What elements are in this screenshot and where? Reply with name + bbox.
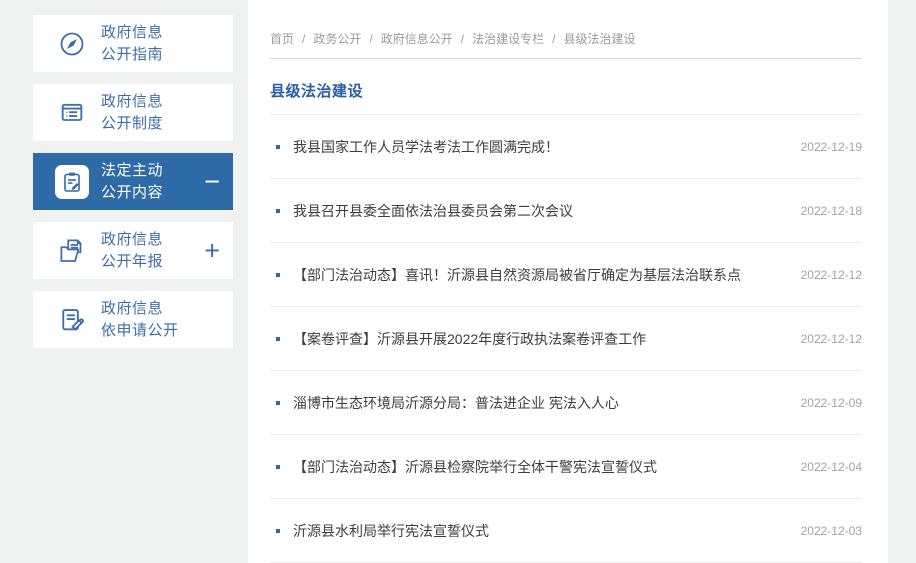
sidebar-item-label: 政府信息 依申请公开 [101, 298, 179, 342]
sidebar-label-line1: 政府信息 [101, 92, 164, 110]
sidebar-label-line1: 政府信息 [101, 23, 164, 41]
article-link[interactable]: 我县国家工作人员学法考法工作圆满完成！ [293, 137, 781, 157]
bullet-square-icon [276, 528, 280, 533]
article-date: 2022-12-19 [800, 139, 862, 154]
article-link[interactable]: 我县召开县委全面依法治县委员会第二次会议 [293, 201, 781, 221]
page-title: 县级法治建设 [270, 80, 862, 115]
article-row[interactable]: 我县召开县委全面依法治县委员会第二次会议 2022-12-18 [270, 179, 862, 243]
sidebar-label-line2: 公开内容 [101, 183, 164, 201]
article-row[interactable]: 【部门法治动态】沂源县检察院举行全体干警宪法宣誓仪式 2022-12-04 [270, 435, 862, 499]
sidebar-item-statutory-disclosure[interactable]: 法定主动 公开内容 − [33, 153, 233, 210]
breadcrumb-separator: / [369, 31, 373, 46]
bullet-square-icon [276, 144, 280, 149]
breadcrumb-separator: / [302, 31, 306, 46]
sidebar-label-line1: 法定主动 [101, 161, 164, 179]
sidebar-item-label: 法定主动 公开内容 [101, 160, 163, 204]
article-date: 2022-12-04 [800, 459, 862, 474]
article-row[interactable]: 我县国家工作人员学法考法工作圆满完成！ 2022-12-19 [270, 115, 862, 179]
article-date: 2022-12-12 [800, 331, 862, 346]
sidebar-label-line2: 公开年报 [101, 252, 164, 270]
article-link[interactable]: 【案卷评查】沂源县开展2022年度行政执法案卷评查工作 [293, 329, 781, 349]
collapse-minus-icon[interactable]: − [204, 168, 220, 195]
article-row[interactable]: 沂源县水利局举行宪法宣誓仪式 2022-12-03 [270, 499, 862, 563]
breadcrumb-separator: / [460, 31, 465, 46]
article-link[interactable]: 淄博市生态环境局沂源分局：普法进企业 宪法入人心 [293, 393, 781, 413]
article-date: 2022-12-09 [800, 395, 862, 410]
breadcrumb-rule-of-law-column[interactable]: 法治建设专栏 [472, 30, 544, 47]
main-panel: 首页 / 政务公开 / 政府信息公开 / 法治建设专栏 / 县级法治建设 县级法… [248, 0, 888, 563]
sidebar-item-label: 政府信息 公开年报 [101, 229, 163, 273]
sidebar-label-line2: 依申请公开 [101, 321, 179, 339]
compass-icon [55, 27, 89, 61]
document-pen-icon [55, 303, 89, 337]
breadcrumb-info-disclosure[interactable]: 政府信息公开 [381, 30, 453, 47]
breadcrumb-home[interactable]: 首页 [270, 30, 294, 47]
sidebar-label-line1: 政府信息 [101, 299, 164, 317]
article-date: 2022-12-12 [800, 267, 862, 282]
article-row[interactable]: 【部门法治动态】喜讯！沂源县自然资源局被省厅确定为基层法治联系点 2022-12… [270, 243, 862, 307]
bullet-square-icon [276, 272, 280, 277]
folder-document-icon [55, 234, 89, 268]
sidebar-label-line2: 公开指南 [101, 45, 164, 63]
document-list-icon [55, 96, 89, 130]
article-link[interactable]: 【部门法治动态】喜讯！沂源县自然资源局被省厅确定为基层法治联系点 [293, 265, 781, 285]
breadcrumb-current-page: 县级法治建设 [563, 32, 636, 46]
expand-plus-icon[interactable]: + [204, 237, 220, 264]
breadcrumb: 首页 / 政务公开 / 政府信息公开 / 法治建设专栏 / 县级法治建设 [270, 0, 862, 59]
article-link[interactable]: 沂源县水利局举行宪法宣誓仪式 [293, 521, 781, 541]
bullet-square-icon [276, 400, 280, 405]
article-date: 2022-12-03 [800, 523, 862, 538]
breadcrumb-separator: / [552, 31, 556, 46]
sidebar-item-disclosure-system[interactable]: 政府信息 公开制度 [33, 84, 233, 141]
article-list: 我县国家工作人员学法考法工作圆满完成！ 2022-12-19 我县召开县委全面依… [270, 115, 862, 563]
sidebar-item-label: 政府信息 公开制度 [101, 91, 163, 135]
article-row[interactable]: 【案卷评查】沂源县开展2022年度行政执法案卷评查工作 2022-12-12 [270, 307, 862, 371]
article-date: 2022-12-18 [800, 203, 862, 218]
sidebar-label-line1: 政府信息 [101, 230, 164, 248]
sidebar-item-disclosure-guide[interactable]: 政府信息 公开指南 [33, 15, 233, 72]
sidebar-item-disclosure-on-request[interactable]: 政府信息 依申请公开 [33, 291, 233, 348]
article-link[interactable]: 【部门法治动态】沂源县检察院举行全体干警宪法宣誓仪式 [293, 457, 781, 477]
bullet-square-icon [276, 464, 280, 469]
sidebar: 政府信息 公开指南 政府信息 公开制度 法定主动 公开内容 − 政府信息 公开年… [33, 15, 233, 360]
bullet-square-icon [276, 208, 280, 213]
sidebar-item-label: 政府信息 公开指南 [101, 22, 163, 66]
sidebar-label-line2: 公开制度 [101, 114, 164, 132]
bullet-square-icon [276, 336, 280, 341]
sidebar-item-annual-report[interactable]: 政府信息 公开年报 + [33, 222, 233, 279]
breadcrumb-government-affairs[interactable]: 政务公开 [313, 30, 361, 47]
article-row[interactable]: 淄博市生态环境局沂源分局：普法进企业 宪法入人心 2022-12-09 [270, 371, 862, 435]
clipboard-pencil-icon [55, 164, 89, 199]
